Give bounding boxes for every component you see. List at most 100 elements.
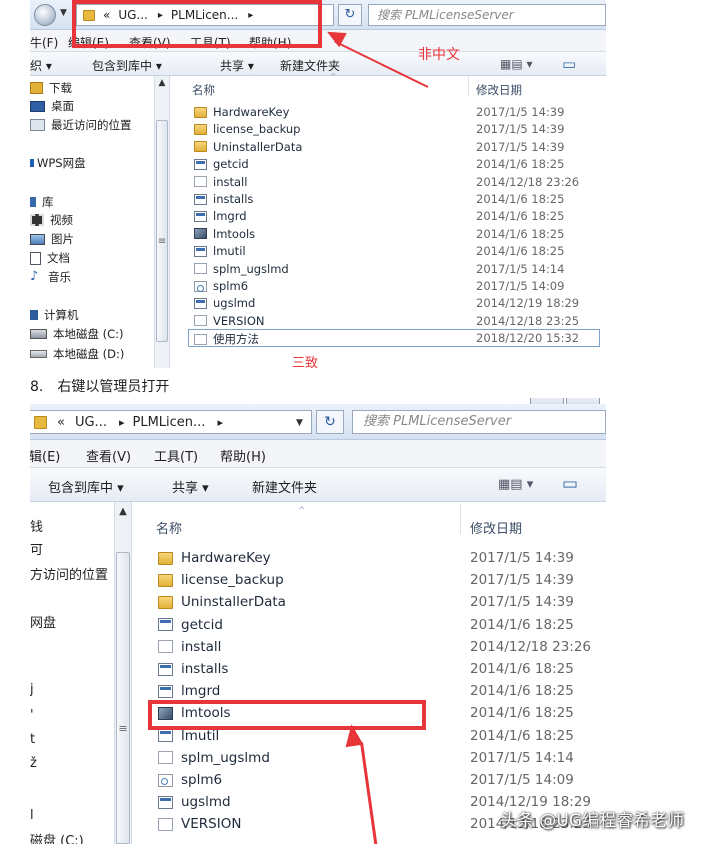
menu-file[interactable]: 牛(F) <box>30 34 58 51</box>
file-row-getcid[interactable]: getcid <box>194 157 249 171</box>
executable-icon <box>194 193 207 205</box>
search-input[interactable]: 搜索 PLMLicenseServer <box>352 410 606 434</box>
path-separator-icon[interactable]: ▸ <box>217 416 223 429</box>
file-row-license-backup[interactable]: license_backup <box>158 572 284 588</box>
share-button[interactable]: 共享 ▾ <box>172 477 209 496</box>
path-back[interactable]: « <box>57 415 65 430</box>
nav-item-disk-d[interactable]: 本地磁盘 (D:) <box>30 346 124 362</box>
path-segment-plm[interactable]: PLMLicen... <box>133 415 206 430</box>
scroll-thumb[interactable] <box>156 120 168 342</box>
nav-item-pictures[interactable]: t <box>30 732 35 747</box>
file-row-version[interactable]: VERSION <box>158 816 241 832</box>
file-row-installs[interactable]: installs <box>158 661 228 677</box>
file-row-hardwarekey[interactable]: HardwareKey <box>158 550 271 566</box>
preview-pane-icon[interactable]: ▭ <box>562 55 576 73</box>
file-row-lmgrd[interactable]: lmgrd <box>194 209 247 223</box>
nav-item-wps[interactable]: WPS网盘 <box>30 155 86 171</box>
history-dropdown-icon[interactable]: ▼ <box>60 8 67 18</box>
nav-item-computer[interactable]: 计算机 <box>30 307 79 323</box>
file-row-splm-ugslmd[interactable]: splm_ugslmd <box>194 262 289 276</box>
nav-item-downloads[interactable]: 钱 <box>30 516 43 535</box>
file-row-splm-ugslmd[interactable]: splm_ugslmd <box>158 750 270 766</box>
file-row-lmutil[interactable]: lmutil <box>194 244 246 258</box>
file-date: 2017/1/5 14:39 <box>476 105 565 119</box>
nav-item-desktop[interactable]: 桌面 <box>30 98 74 114</box>
file-row-uninstallerdata[interactable]: UninstallerData <box>194 140 302 154</box>
column-header-date[interactable]: 修改日期 <box>470 518 522 537</box>
file-row-hardwarekey[interactable]: HardwareKey <box>194 105 289 119</box>
column-divider[interactable] <box>460 504 461 534</box>
file-row-lmgrd[interactable]: lmgrd <box>158 683 220 699</box>
include-in-library-button[interactable]: 包含到库中 ▾ <box>92 57 162 74</box>
folder-icon <box>194 141 207 153</box>
nav-item-library[interactable]: 库 <box>30 194 54 210</box>
nav-item-pictures[interactable]: 图片 <box>30 231 74 247</box>
download-folder-icon <box>30 82 43 94</box>
nav-item-wps[interactable]: 网盘 <box>30 612 56 631</box>
scroll-up-icon[interactable]: ▲ <box>155 78 169 88</box>
menu-tools[interactable]: 工具(T) <box>154 446 198 465</box>
menu-help[interactable]: 帮助(H) <box>220 446 266 465</box>
file-row-install[interactable]: install <box>194 175 247 189</box>
view-options-icon[interactable]: ▦▤ ▾ <box>500 57 533 71</box>
nav-item-desktop[interactable]: 可 <box>30 539 43 558</box>
file-name: getcid <box>213 157 249 172</box>
nav-item-library[interactable]: j <box>30 682 34 697</box>
nav-item-recent[interactable]: 方访问的位置 <box>30 564 108 583</box>
navigation-scrollbar[interactable]: ▲ ≡ <box>114 502 132 844</box>
file-row-install[interactable]: install <box>158 639 221 655</box>
file-date: 2017/1/5 14:39 <box>470 572 574 589</box>
scroll-thumb[interactable] <box>116 552 130 844</box>
file-row-license-backup[interactable]: license_backup <box>194 122 300 136</box>
scroll-up-icon[interactable]: ▲ <box>115 506 131 517</box>
file-name: VERSION <box>181 816 242 833</box>
nav-item-recent[interactable]: 最近访问的位置 <box>30 117 132 133</box>
file-row-version[interactable]: VERSION <box>194 314 264 328</box>
column-header-date[interactable]: 修改日期 <box>476 82 522 98</box>
nav-item-disk-c[interactable]: 磁盘 (C:) <box>30 830 84 844</box>
path-segment-ug[interactable]: UG... <box>75 415 107 430</box>
nav-item-documents[interactable]: 文档 <box>30 250 70 266</box>
nav-item-videos[interactable]: 视频 <box>30 212 73 228</box>
file-row-uninstallerdata[interactable]: UninstallerData <box>158 594 286 610</box>
nav-item-downloads[interactable]: 下载 <box>30 80 72 96</box>
library-icon <box>30 197 36 207</box>
refresh-button[interactable]: ↻ <box>316 410 344 434</box>
search-input[interactable]: 搜索 PLMLicenseServer <box>368 4 606 26</box>
file-date: 2017/1/5 14:39 <box>470 550 574 566</box>
column-divider[interactable] <box>468 76 469 96</box>
column-header-name[interactable]: 名称 <box>156 518 182 537</box>
file-row-getcid[interactable]: getcid <box>158 617 223 633</box>
file-date: 2014/12/19 18:29 <box>476 296 580 311</box>
file-row-lmtools[interactable]: lmtools <box>194 227 255 241</box>
nav-item-music[interactable]: ♪ 音乐 <box>30 269 71 285</box>
file-row-installs[interactable]: installs <box>194 192 253 206</box>
column-header-name[interactable]: 名称 <box>192 82 215 98</box>
view-options-icon[interactable]: ▦▤ ▾ <box>498 477 533 492</box>
new-folder-button[interactable]: 新建文件夹 <box>252 477 317 496</box>
path-dropdown-icon[interactable]: ▼ <box>296 418 303 428</box>
organize-button[interactable]: 织 ▾ <box>30 57 52 74</box>
menu-view[interactable]: 查看(V) <box>86 446 131 465</box>
nav-item-disk-c[interactable]: 本地磁盘 (C:) <box>30 326 124 342</box>
include-in-library-button[interactable]: 包含到库中 ▾ <box>48 477 124 496</box>
menu-edit[interactable]: 辑辑(E) <box>30 446 60 465</box>
path-separator-icon[interactable]: ▸ <box>119 416 125 429</box>
file-row-splm6[interactable]: splm6 <box>194 279 248 293</box>
path-box[interactable]: « UG... ▸ PLMLicen... ▸ <box>30 410 312 434</box>
file-row-splm6[interactable]: splm6 <box>158 772 222 788</box>
refresh-button[interactable]: ↻ <box>338 4 362 26</box>
nav-item-videos[interactable]: ' <box>30 708 34 723</box>
arrow-line <box>360 742 378 844</box>
text-file-icon <box>158 640 173 654</box>
computer-icon <box>30 310 38 320</box>
preview-pane-icon[interactable]: ▭ <box>562 474 578 494</box>
share-button[interactable]: 共享 ▾ <box>220 57 254 74</box>
step-text: 右键以管理员打开 <box>57 379 170 395</box>
nav-item-computer[interactable]: l <box>30 808 34 823</box>
back-button[interactable] <box>34 4 56 26</box>
file-row-ugslmd[interactable]: ugslmd <box>194 296 255 310</box>
nav-item-documents[interactable]: ž <box>30 756 37 771</box>
navigation-scrollbar[interactable]: ▲ ≡ <box>154 76 170 368</box>
file-row-ugslmd[interactable]: ugslmd <box>158 794 231 810</box>
